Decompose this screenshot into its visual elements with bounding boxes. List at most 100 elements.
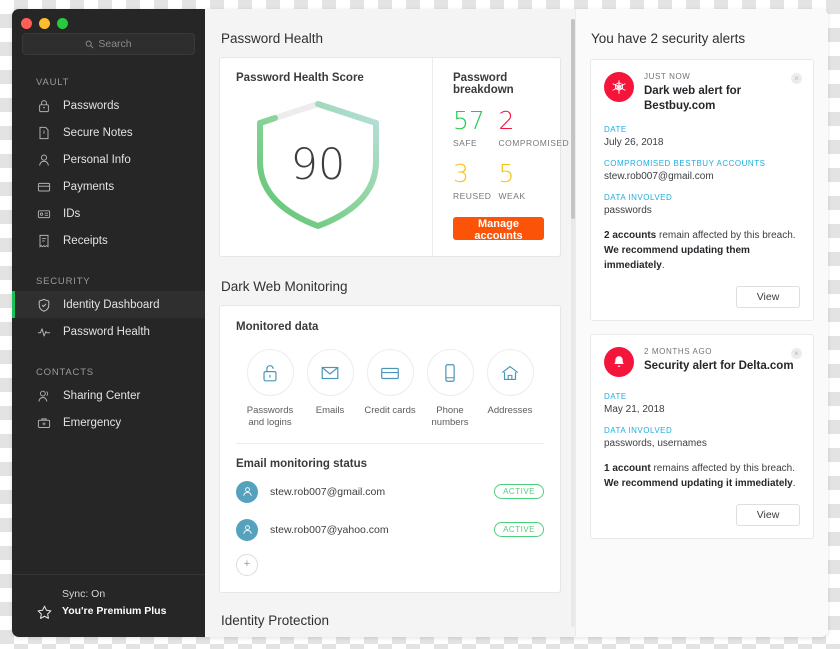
- breakdown-grid: 57 SAFE 2 COMPROMISED 3 REUSED 5 WEAK: [453, 106, 569, 214]
- alert-body-bold: We recommend updating it immediately: [604, 477, 793, 489]
- alert-data-value: passwords: [604, 204, 652, 216]
- home-icon: [501, 365, 519, 380]
- app-window: Search VAULT Passwords Secure Notes Pers…: [12, 9, 828, 637]
- sidebar-item-sharing-center[interactable]: Sharing Center: [12, 382, 205, 409]
- sidebar-item-identity-dashboard[interactable]: Identity Dashboard: [12, 291, 205, 318]
- avatar-icon: [236, 480, 258, 503]
- main-scrollbar-thumb[interactable]: [571, 19, 575, 219]
- sidebar-group-contacts-title: CONTACTS: [36, 367, 94, 378]
- breakdown-label: WEAK: [498, 191, 526, 201]
- identity-protection-heading: Identity Protection: [221, 612, 330, 628]
- page-title: Password Health: [221, 31, 324, 46]
- sidebar-item-label: Personal Info: [63, 153, 131, 166]
- email-row[interactable]: stew.rob007@yahoo.com ACTIVE: [236, 514, 544, 546]
- monitored-item-emails[interactable]: Emails: [300, 349, 360, 429]
- dark-web-heading: Dark Web Monitoring: [221, 279, 348, 294]
- alert-date-value: May 21, 2018: [604, 403, 665, 415]
- security-alerts-panel: You have 2 security alerts × JUST NOW Da…: [575, 9, 828, 637]
- card-icon: [37, 182, 51, 191]
- monitored-item-credit-cards[interactable]: Credit cards: [360, 349, 420, 429]
- zoom-window-button[interactable]: [57, 18, 68, 29]
- breakdown-item-reused: 3 REUSED: [453, 161, 499, 201]
- monitored-data-title: Monitored data: [236, 321, 319, 333]
- manage-accounts-button[interactable]: Manage accounts: [453, 217, 544, 242]
- alert-data-label: DATA INVOLVED: [604, 425, 673, 435]
- sidebar-item-passwords[interactable]: Passwords: [12, 92, 205, 119]
- alert-timestamp: JUST NOW: [644, 72, 691, 81]
- monitored-item-label: Emails: [315, 405, 345, 416]
- password-health-card: Password Health Score 90 Password breakd…: [219, 57, 569, 257]
- sidebar-item-personal-info[interactable]: Personal Info: [12, 146, 205, 173]
- add-email-button[interactable]: +: [236, 553, 258, 576]
- email-row[interactable]: stew.rob007@gmail.com ACTIVE: [236, 476, 544, 508]
- monitored-item-passwords[interactable]: Passwords and logins: [240, 349, 300, 429]
- breakdown-label: REUSED: [453, 191, 492, 201]
- search-input[interactable]: Search: [22, 33, 195, 55]
- alert-data-label: DATA INVOLVED: [604, 192, 673, 202]
- spider-web-icon: [604, 72, 634, 102]
- sidebar-item-receipts[interactable]: Receipts: [12, 227, 205, 254]
- close-window-button[interactable]: [21, 18, 32, 29]
- sidebar-item-label: Secure Notes: [63, 126, 133, 139]
- sidebar-item-emergency[interactable]: Emergency: [12, 409, 205, 436]
- sidebar-item-password-health[interactable]: Password Health: [12, 318, 205, 345]
- alerts-title: You have 2 security alerts: [591, 31, 746, 46]
- sidebar-group-security-title: SECURITY: [36, 276, 91, 287]
- alert-body-lead: 1 account: [604, 462, 651, 474]
- alert-body: 1 account remains affected by this breac…: [604, 461, 800, 491]
- credit-card-icon: [381, 367, 399, 379]
- alert-body-end: .: [792, 477, 796, 489]
- window-traffic-lights: [21, 18, 68, 29]
- breakdown-title: Password breakdown: [453, 72, 514, 96]
- breakdown-value: 57: [453, 106, 485, 135]
- monitored-item-label: Credit cards: [364, 405, 416, 416]
- close-icon[interactable]: ×: [791, 347, 802, 359]
- sidebar-item-label: Identity Dashboard: [63, 298, 160, 311]
- sidebar-item-payments[interactable]: Payments: [12, 173, 205, 200]
- monitored-item-addresses[interactable]: Addresses: [480, 349, 540, 429]
- breakdown-label: SAFE: [453, 138, 478, 148]
- monitored-data-row: Passwords and logins Emails Credit cards…: [236, 349, 544, 429]
- sidebar-item-label: IDs: [63, 207, 81, 220]
- minimize-window-button[interactable]: [39, 18, 50, 29]
- score-value: 90: [290, 140, 346, 190]
- close-icon[interactable]: ×: [791, 73, 802, 84]
- main-scrollbar[interactable]: [571, 19, 575, 627]
- star-icon: [37, 605, 52, 619]
- alert-card-delta: × 2 MONTHS AGO Security alert for Delta.…: [590, 333, 814, 539]
- phone-icon: [445, 363, 455, 382]
- breakdown-item-weak: 5 WEAK: [499, 161, 545, 201]
- view-button[interactable]: View: [736, 285, 800, 308]
- alert-date-value: July 26, 2018: [604, 136, 664, 148]
- envelope-icon: [321, 366, 339, 379]
- monitored-item-phone-numbers[interactable]: Phone numbers: [420, 349, 480, 429]
- alert-title: Dark web alert for Bestbuy.com: [644, 85, 742, 112]
- monitored-item-label: Phone numbers: [431, 405, 469, 428]
- dark-web-monitoring-card: Monitored data Passwords and logins Emai…: [219, 305, 561, 593]
- receipt-icon: [39, 234, 49, 248]
- lock-open-icon: [263, 364, 277, 381]
- view-button[interactable]: View: [736, 503, 800, 526]
- alert-body-lead: 2 accounts: [604, 229, 657, 241]
- avatar-icon: [236, 518, 258, 541]
- alert-body-bold: We recommend updating them immediately: [604, 244, 750, 271]
- alert-accounts-label: COMPROMISED BESTBUY ACCOUNTS: [604, 158, 766, 168]
- share-person-icon: [38, 390, 49, 402]
- lock-icon: [39, 99, 49, 112]
- sync-status: Sync: On: [62, 588, 106, 600]
- status-badge: ACTIVE: [494, 522, 544, 538]
- email-monitoring-title: Email monitoring status: [236, 457, 367, 470]
- person-icon: [39, 154, 49, 166]
- pulse-icon: [38, 327, 50, 336]
- sidebar-item-secure-notes[interactable]: Secure Notes: [12, 119, 205, 146]
- password-breakdown-section: Password breakdown 57 SAFE 2 COMPROMISED…: [433, 58, 569, 256]
- alert-date-label: DATE: [604, 124, 627, 134]
- alert-accounts-value: stew.rob007@gmail.com: [604, 170, 714, 182]
- monitored-item-label: Passwords and logins: [246, 405, 294, 428]
- alert-timestamp: 2 MONTHS AGO: [644, 346, 713, 356]
- sidebar-item-ids[interactable]: IDs: [12, 200, 205, 227]
- search-icon: [86, 40, 94, 48]
- id-icon: [37, 209, 51, 218]
- score-gauge: 90: [234, 90, 402, 240]
- alert-title: Security alert for Delta.com: [644, 359, 794, 372]
